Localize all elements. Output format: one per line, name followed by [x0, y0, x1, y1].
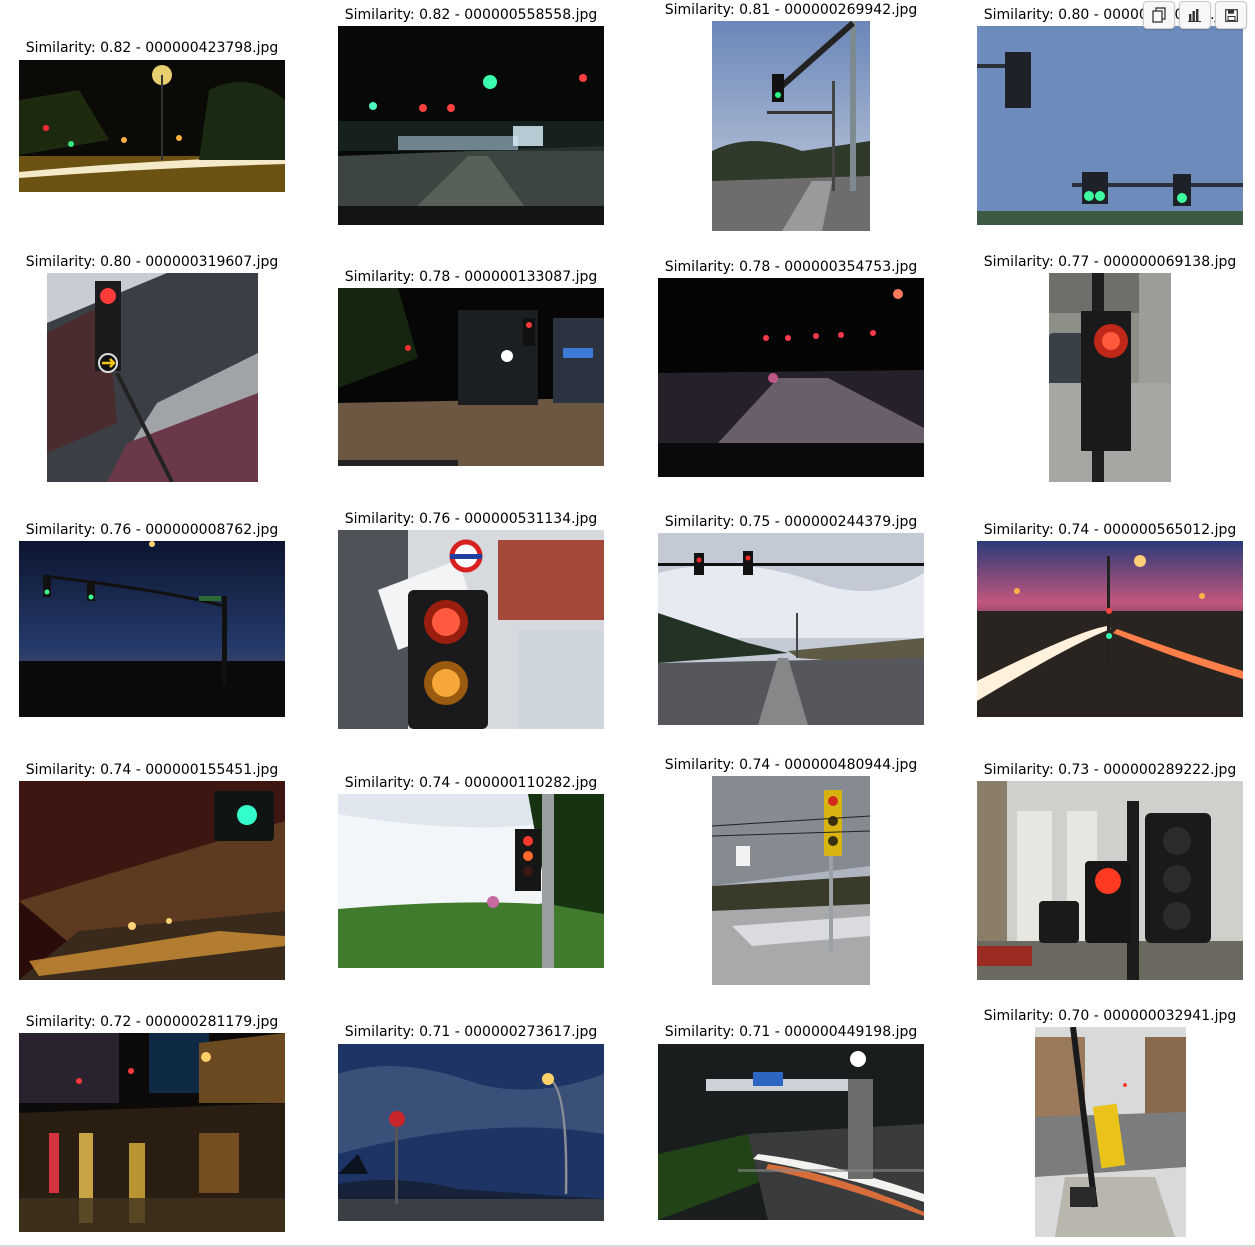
result-caption: Similarity: 0.77 - 000000069138.jpg: [983, 254, 1237, 270]
result-caption: Similarity: 0.80 - 000000319607.jpg: [25, 254, 279, 270]
result-caption: Similarity: 0.74 - 000000110282.jpg: [344, 775, 598, 791]
result-caption: Similarity: 0.82 - 000000558558.jpg: [344, 7, 598, 23]
result-thumbnail: [338, 1044, 604, 1221]
chart-icon: [1188, 9, 1201, 22]
result-caption: Similarity: 0.76 - 000000008762.jpg: [25, 522, 279, 538]
result-caption: Similarity: 0.71 - 000000449198.jpg: [664, 1024, 918, 1040]
result-thumbnail: [658, 1044, 924, 1220]
result-thumbnail: [19, 60, 285, 192]
result-caption: Similarity: 0.71 - 000000273617.jpg: [344, 1024, 598, 1040]
result-thumbnail: [47, 273, 258, 482]
result-thumbnail: [977, 781, 1243, 980]
result-thumbnail: [977, 26, 1243, 225]
result-thumbnail: [977, 541, 1243, 717]
figure-toolbar: [1143, 1, 1253, 29]
result-caption: Similarity: 0.78 - 000000354753.jpg: [664, 259, 918, 275]
result-thumbnail: [1049, 273, 1171, 482]
result-thumbnail: [19, 781, 285, 980]
result-caption: Similarity: 0.81 - 000000269942.jpg: [664, 2, 918, 18]
result-caption: Similarity: 0.82 - 000000423798.jpg: [25, 40, 279, 56]
result-thumbnail: [338, 794, 604, 968]
result-caption: Similarity: 0.74 - 000000565012.jpg: [983, 522, 1237, 538]
result-thumbnail: [19, 541, 285, 717]
result-caption: Similarity: 0.74 - 000000155451.jpg: [25, 762, 279, 778]
result-thumbnail: [338, 26, 604, 225]
result-thumbnail: [338, 288, 604, 466]
save-button[interactable]: [1215, 1, 1247, 29]
result-caption: Similarity: 0.78 - 000000133087.jpg: [344, 269, 598, 285]
result-thumbnail: [658, 278, 924, 477]
result-caption: Similarity: 0.75 - 000000244379.jpg: [664, 514, 918, 530]
result-thumbnail: [1035, 1027, 1186, 1237]
save-icon: [1224, 8, 1238, 22]
chart-button[interactable]: [1179, 1, 1211, 29]
copy-button[interactable]: [1143, 1, 1175, 29]
result-thumbnail: [19, 1033, 285, 1232]
result-caption: Similarity: 0.73 - 000000289222.jpg: [983, 762, 1237, 778]
result-caption: Similarity: 0.74 - 000000480944.jpg: [664, 757, 918, 773]
copy-icon: [1152, 7, 1166, 23]
result-caption: Similarity: 0.76 - 000000531134.jpg: [344, 511, 598, 527]
result-thumbnail: [338, 530, 604, 729]
result-caption: Similarity: 0.72 - 000000281179.jpg: [25, 1014, 279, 1030]
result-caption: Similarity: 0.70 - 000000032941.jpg: [983, 1008, 1237, 1024]
result-thumbnail: [658, 533, 924, 725]
result-thumbnail: [712, 21, 870, 231]
result-thumbnail: [712, 776, 870, 985]
